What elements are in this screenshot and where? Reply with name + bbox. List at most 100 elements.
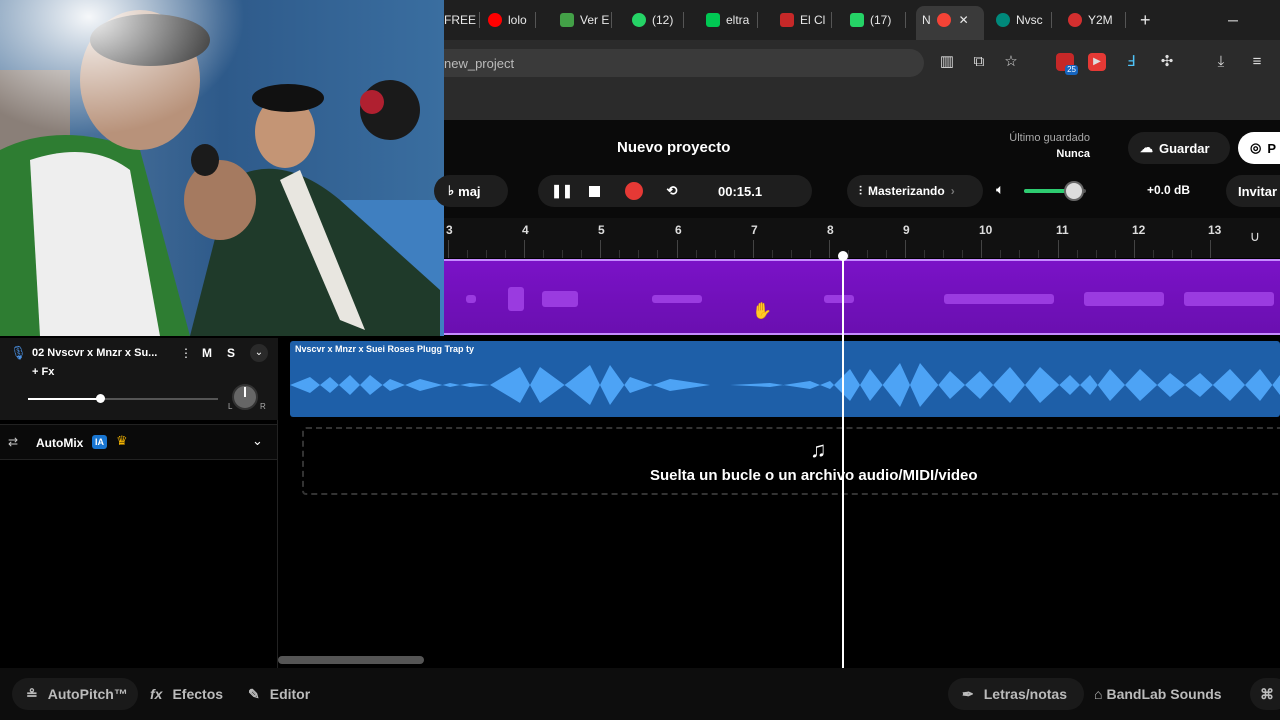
recording-waveform <box>1084 292 1164 306</box>
master-volume: 🔈︎ <box>994 175 1118 207</box>
record-icon <box>625 182 643 200</box>
track-header[interactable]: 🎙︎ 02 Nvscvr x Mnzr x Su... ⋮ M S ⌄ + Fx… <box>0 338 278 420</box>
recording-waveform <box>508 287 524 311</box>
browser-tab[interactable]: eltra <box>706 8 758 32</box>
key-label: maj <box>458 183 481 199</box>
url-field[interactable]: new_project <box>444 49 924 77</box>
invite-button[interactable]: Invitar <box>1226 175 1280 207</box>
extension-badge: 25 <box>1065 65 1078 75</box>
tab-label: FREE <box>444 13 477 27</box>
tab-label: (17) <box>870 13 892 27</box>
recording-waveform <box>944 294 1054 304</box>
ia-badge: IA <box>92 435 107 449</box>
tab-label: Ver E <box>580 13 610 27</box>
tab-label: eltra <box>726 13 750 27</box>
automix-row[interactable]: ⇄ AutoMix IA ♛ ⌄ <box>0 424 278 460</box>
drop-zone-text: Suelta un bucle o un archivo audio/MIDI/… <box>650 467 978 484</box>
track-name[interactable]: 02 Nvscvr x Mnzr x Su... <box>32 347 157 359</box>
add-fx-button[interactable]: + Fx <box>32 366 54 378</box>
recording-icon <box>936 13 951 27</box>
extension-icon[interactable]: 25 <box>1056 53 1078 75</box>
lyrics-notes-button[interactable]: ✒ Letras/notas <box>948 678 1084 710</box>
bookmark-star-icon[interactable]: ☆ <box>1002 53 1020 71</box>
audio-clip[interactable]: Nvscvr x Mnzr x Suei Roses Plugg Trap ty <box>290 341 1280 417</box>
site-icon <box>1068 13 1082 27</box>
autopitch-button[interactable]: ≗ AutoPitch™ <box>12 678 138 710</box>
record-button[interactable] <box>618 175 650 207</box>
solo-button[interactable]: S <box>220 344 242 362</box>
ruler-tick: 6 <box>675 223 682 237</box>
bookmark-bar <box>444 84 1280 120</box>
mastering-button[interactable]: ⫶ Masterizando › <box>847 175 983 207</box>
webcam-image <box>0 0 444 336</box>
track-volume-knob[interactable] <box>96 394 106 403</box>
publish-label: P <box>1267 140 1277 156</box>
browser-tab[interactable]: (12) <box>632 8 684 32</box>
automix-label: AutoMix <box>36 436 84 450</box>
mastering-label: Masterizando <box>868 184 945 198</box>
key-selector[interactable]: ♭ maj <box>434 175 508 207</box>
browser-tab[interactable]: FREE <box>444 8 480 32</box>
project-title[interactable]: Nuevo proyecto <box>617 139 730 156</box>
browser-tab[interactable]: lolo <box>488 8 536 32</box>
shortcuts-button[interactable]: ⌘ <box>1250 678 1280 710</box>
pan-knob[interactable] <box>232 384 258 410</box>
speaker-icon[interactable]: 🔈︎ <box>996 181 1004 198</box>
new-tab-button[interactable]: + <box>1140 8 1158 32</box>
mute-button[interactable]: M <box>196 344 218 362</box>
ruler-tick: 11 <box>1056 223 1069 237</box>
browser-address-bar: new_project <box>444 40 1280 84</box>
chevron-down-icon[interactable]: ⌄ <box>250 344 268 362</box>
ruler-tick: 3 <box>446 223 453 237</box>
chevron-down-icon[interactable]: ⌄ <box>252 433 263 449</box>
automix-icon: ⇄ <box>8 435 19 449</box>
browser-tab-bar: FREE lolo Ver E (12) eltra El Cl (17) N ✕… <box>444 0 1280 40</box>
tab-label: lolo <box>508 13 527 27</box>
browser-tab-active[interactable]: N ✕ <box>922 8 982 32</box>
pause-button[interactable]: ❚❚ <box>546 175 578 207</box>
tab-close-icon[interactable]: ✕ <box>959 13 969 27</box>
download-icon[interactable]: ⤓ <box>1212 53 1230 71</box>
browser-tab[interactable]: Ver E <box>560 8 612 32</box>
command-key-icon: ⌘ <box>1260 685 1274 702</box>
ruler-tick: 10 <box>979 223 993 237</box>
master-volume-knob[interactable] <box>1063 181 1084 201</box>
browser-tab[interactable]: Nvsc <box>996 8 1052 32</box>
extension-icon[interactable]: ▶ <box>1088 53 1106 71</box>
sounds-icon: ⌂ <box>1094 686 1103 702</box>
publish-button[interactable]: ◎ P <box>1238 132 1280 164</box>
sliders-icon: ⫶ <box>859 183 863 198</box>
track-volume-slider[interactable] <box>28 394 218 403</box>
horizontal-scrollbar[interactable] <box>278 656 424 664</box>
more-options-icon[interactable]: ⋮ <box>180 346 192 360</box>
cloud-upload-icon: ☁ <box>1140 140 1153 155</box>
minimize-icon[interactable]: ─ <box>1228 8 1242 32</box>
globe-icon: ◎ <box>1250 140 1262 155</box>
editor-button[interactable]: ✎ Editor <box>248 678 310 710</box>
cast-icon[interactable]: ⧉ <box>970 53 988 71</box>
effects-button[interactable]: fx Efectos <box>150 678 223 710</box>
browser-tab[interactable]: El Cl <box>780 8 832 32</box>
menu-icon[interactable]: ≡ <box>1248 53 1266 71</box>
snap-magnet-icon[interactable]: ∪ <box>1250 228 1260 245</box>
playhead[interactable] <box>842 255 844 668</box>
loop-button[interactable]: ⟲ <box>656 175 688 207</box>
reading-mode-icon[interactable]: ▥ <box>938 53 956 71</box>
save-button[interactable]: ☁ Guardar <box>1128 132 1230 164</box>
bottom-toolbar: ≗ AutoPitch™ fx Efectos ✎ Editor ✒ Letras/no… <box>0 668 1280 720</box>
ruler-tick: 5 <box>598 223 605 237</box>
autopitch-icon: ≗ <box>26 685 38 702</box>
extension-icon[interactable]: Ⅎ <box>1122 53 1140 71</box>
browser-tab[interactable]: (17) <box>850 8 906 32</box>
playhead-handle[interactable] <box>838 251 848 261</box>
stop-button[interactable] <box>578 175 610 207</box>
ruler-tick: 12 <box>1132 223 1146 237</box>
recording-region[interactable]: ✋ <box>444 259 1280 335</box>
extensions-puzzle-icon[interactable]: ✣ <box>1158 53 1176 71</box>
browser-tab[interactable]: Y2M <box>1068 8 1126 32</box>
drop-zone[interactable]: ♫ Suelta un bucle o un archivo audio/MID… <box>302 427 1280 495</box>
fx-icon: fx <box>150 686 163 702</box>
timeline-ruler[interactable]: 3 4 5 6 7 8 9 10 11 12 13 ∪ <box>444 218 1280 258</box>
kick-icon <box>706 13 720 27</box>
bandlab-sounds-button[interactable]: ⌂ BandLab Sounds <box>1094 678 1222 710</box>
